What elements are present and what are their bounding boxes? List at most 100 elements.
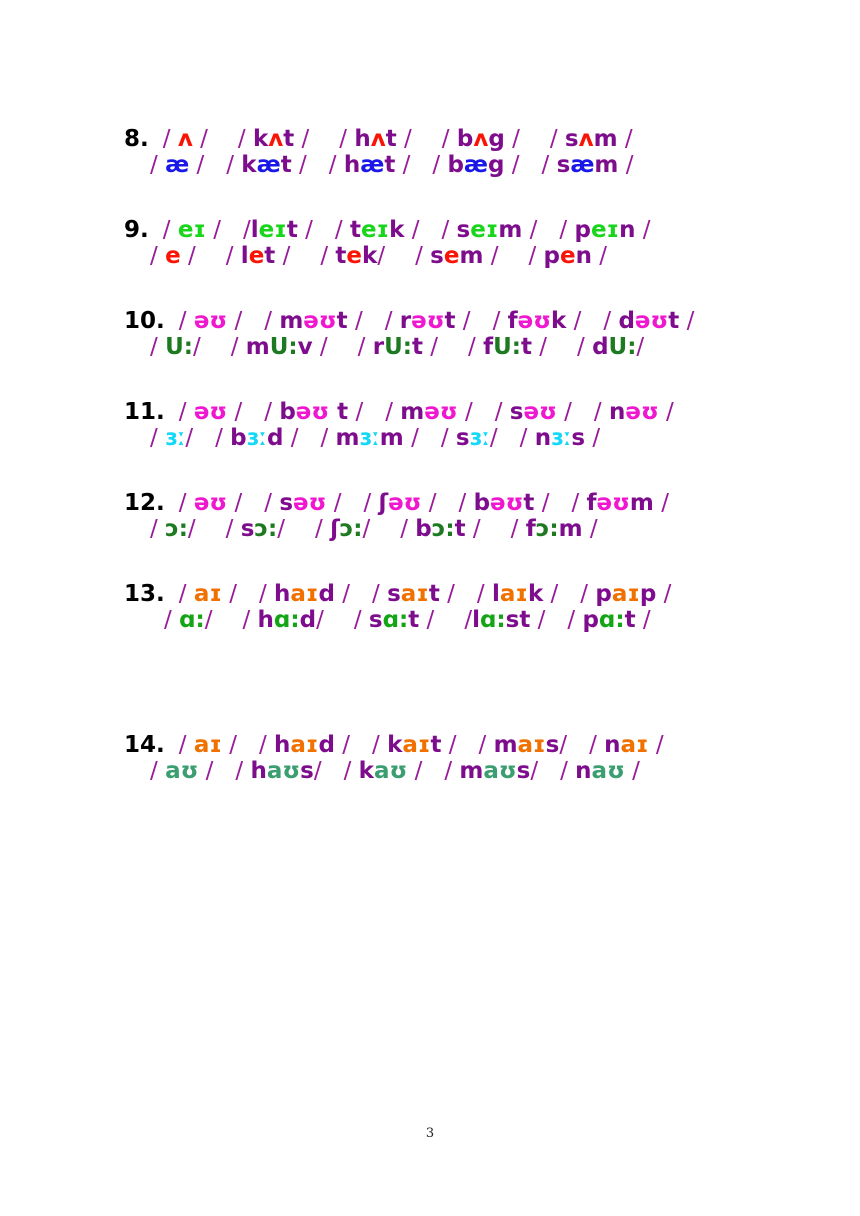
phonetic-token: / ɜː/ bbox=[150, 425, 194, 451]
phonetic-token: / əʊ / bbox=[178, 308, 243, 334]
phonetic-token: / peɪn / bbox=[559, 217, 651, 243]
exercise-8: 8. / ʌ / / kʌt / / hʌt / / bʌg / / sʌm / / æ … bbox=[0, 128, 860, 177]
phonetic-token: / ʃəʊ / bbox=[363, 490, 437, 516]
phonetic-token: / bəʊt / bbox=[458, 490, 550, 516]
phonetic-token: /leɪt / bbox=[243, 217, 313, 243]
phonetic-token: / bɜːd / bbox=[215, 425, 299, 451]
exercise-12-row-1: 12. / əʊ / / səʊ / / ʃəʊ / / bəʊt / / fəʊm / bbox=[0, 492, 860, 515]
phonetic-token: / tek/ bbox=[320, 243, 386, 269]
phonetic-token: / fɔ:m / bbox=[510, 516, 598, 542]
phonetic-token: / naɪ / bbox=[589, 732, 664, 758]
phonetic-token: / seɪm / bbox=[441, 217, 538, 243]
phonetic-token: / teɪk / bbox=[334, 217, 420, 243]
phonetic-token: / maɪs/ bbox=[478, 732, 568, 758]
exercise-13: 13. / aɪ / / haɪd / / saɪt / / laɪk / / paɪp … bbox=[0, 583, 860, 632]
phonetic-token: / rU:t / bbox=[357, 334, 438, 360]
phonetic-token: / laɪk / bbox=[476, 581, 559, 607]
phonetic-token: / sæm / bbox=[541, 152, 634, 178]
exercise-11-row-1: 11. / əʊ / / bəʊ t / / məʊ / / səʊ / / nəʊ / bbox=[0, 401, 860, 424]
phonetic-token: / sʌm / bbox=[549, 126, 633, 152]
exercise-number: 8. bbox=[124, 126, 149, 152]
exercise-11: 11. / əʊ / / bəʊ t / / məʊ / / səʊ / / nəʊ / … bbox=[0, 401, 860, 450]
exercise-10: 10. / əʊ / / məʊt / / rəʊt / / fəʊk / / dəʊt … bbox=[0, 310, 860, 359]
phonetic-token: / mU:v / bbox=[230, 334, 328, 360]
phonetic-token: / let / bbox=[225, 243, 291, 269]
phonetic-token: / pen / bbox=[528, 243, 608, 269]
phonetic-token: / mɜːm / bbox=[320, 425, 419, 451]
exercise-number: 13. bbox=[124, 581, 165, 607]
phonetic-token: / sɑ:t / bbox=[353, 607, 435, 633]
phonetic-token: / æ / bbox=[150, 152, 205, 178]
exercise-9: 9. / eɪ //leɪt / / teɪk / / seɪm / / peɪn / … bbox=[0, 219, 860, 268]
phonetic-token: / ɔ:/ bbox=[150, 516, 196, 542]
phonetic-token: / kʌt / bbox=[237, 126, 310, 152]
phonetic-token: / dU:/ bbox=[577, 334, 645, 360]
exercise-14: 14. / aɪ / / haɪd / / kaɪt / / maɪs// naɪ / … bbox=[0, 734, 860, 783]
phonetic-token: / məʊ / bbox=[385, 399, 473, 425]
exercise-8-row-1: 8. / ʌ / / kʌt / / hʌt / / bʌg / / sʌm / bbox=[0, 128, 860, 151]
phonetic-token: / bʌg / bbox=[441, 126, 520, 152]
phonetic-token: / aʊ / bbox=[150, 758, 214, 784]
exercise-number: 14. bbox=[124, 732, 165, 758]
phonetic-token: / fəʊm / bbox=[571, 490, 669, 516]
exercise-13-row-2: / ɑ:/ / hɑ:d/ / sɑ:t / /lɑ:st / / pɑ:t / bbox=[0, 609, 860, 632]
phonetic-token: / nəʊ / bbox=[593, 399, 674, 425]
phonetic-token: / məʊt / bbox=[264, 308, 363, 334]
phonetic-token: / e / bbox=[150, 243, 196, 269]
phonetic-token: / sɜː/ bbox=[440, 425, 498, 451]
exercise-12: 12. / əʊ / / səʊ / / ʃəʊ / / bəʊt / / fəʊm / … bbox=[0, 492, 860, 541]
phonetic-token: / naʊ / bbox=[560, 758, 640, 784]
exercise-number: 10. bbox=[124, 308, 165, 334]
exercise-9-row-1: 9. / eɪ / /leɪt / / teɪk / / seɪm / / peɪn / bbox=[0, 219, 860, 242]
phonetic-token: / bɔ:t / bbox=[400, 516, 481, 542]
exercise-8-row-2: / æ / / kæt / / hæt / / bæg / / sæm / bbox=[0, 154, 860, 177]
exercise-number: 9. bbox=[124, 217, 149, 243]
phonetic-token: / haɪd / bbox=[258, 732, 350, 758]
exercise-11-row-2: / ɜː/ / bɜːd / / mɜːm / / sɜː/ / nɜːs / bbox=[0, 427, 860, 450]
phonetic-token: / eɪ / bbox=[162, 217, 222, 243]
phonetic-token: / hæt / bbox=[328, 152, 411, 178]
phonetic-token: / pɑ:t / bbox=[567, 607, 651, 633]
exercise-10-row-2: / U:/ / mU:v / / rU:t / / fU:t / / dU:/ bbox=[0, 336, 860, 359]
phonetic-token: / əʊ / bbox=[178, 490, 243, 516]
phonetic-token: / U:/ bbox=[150, 334, 201, 360]
exercise-14-row-1: 14. / aɪ / / haɪd / / kaɪt / / maɪs/ / naɪ / bbox=[0, 734, 860, 757]
phonetic-token: / aɪ / bbox=[178, 732, 237, 758]
phonetic-token: / saɪt / bbox=[372, 581, 455, 607]
phonetic-token: / kaʊ / bbox=[343, 758, 423, 784]
exercise-10-row-1: 10. / əʊ / / məʊt / / rəʊt / / fəʊk / / dəʊt … bbox=[0, 310, 860, 333]
exercise-13-row-1: 13. / aɪ / / haɪd / / saɪt / / laɪk / / paɪp … bbox=[0, 583, 860, 606]
phonetic-token: / fU:t / bbox=[468, 334, 548, 360]
phonetic-token: / səʊ / bbox=[264, 490, 342, 516]
phonetic-token: / hɑ:d/ bbox=[242, 607, 324, 633]
phonetic-token: / əʊ / bbox=[178, 399, 243, 425]
phonetic-token: / bəʊ t / bbox=[264, 399, 364, 425]
phonetic-token: / rəʊt / bbox=[384, 308, 471, 334]
exercise-number: 11. bbox=[124, 399, 165, 425]
phonetic-token: / bæg / bbox=[432, 152, 520, 178]
page-number: 3 bbox=[425, 1126, 435, 1141]
phonetic-token: / kaɪt / bbox=[372, 732, 457, 758]
phonetic-token: / haʊs/ bbox=[235, 758, 322, 784]
exercise-12-row-2: / ɔ:/ / sɔ:/ / ʃɔ:/ / bɔ:t / / fɔ:m / bbox=[0, 518, 860, 541]
phonetic-token: / səʊ / bbox=[494, 399, 572, 425]
worksheet-page: 8. / ʌ / / kʌt / / hʌt / / bʌg / / sʌm / / æ … bbox=[0, 0, 860, 1216]
phonetic-token: / haɪd / bbox=[258, 581, 350, 607]
phonetic-token: / ʌ / bbox=[162, 126, 208, 152]
exercise-9-row-2: / e / / let / / tek/ / sem / / pen / bbox=[0, 245, 860, 268]
phonetic-token: / ɑ:/ bbox=[164, 607, 213, 633]
phonetic-token: / paɪp / bbox=[580, 581, 672, 607]
phonetic-token: / kæt / bbox=[226, 152, 307, 178]
phonetic-token: / maʊs/ bbox=[444, 758, 539, 784]
phonetic-token: / aɪ / bbox=[178, 581, 237, 607]
phonetic-token: / dəʊt / bbox=[603, 308, 695, 334]
phonetic-token: / sem / bbox=[415, 243, 499, 269]
phonetic-token: / nɜːs / bbox=[519, 425, 601, 451]
exercise-14-row-2: / aʊ / / haʊs/ / kaʊ / / maʊs/ / naʊ / bbox=[0, 760, 860, 783]
phonetic-token: / fəʊk / bbox=[492, 308, 582, 334]
phonetic-token: / ʃɔ:/ bbox=[315, 516, 371, 542]
exercise-number: 12. bbox=[124, 490, 165, 516]
phonetic-token: / hʌt / bbox=[339, 126, 412, 152]
phonetic-token: /lɑ:st / bbox=[464, 607, 546, 633]
